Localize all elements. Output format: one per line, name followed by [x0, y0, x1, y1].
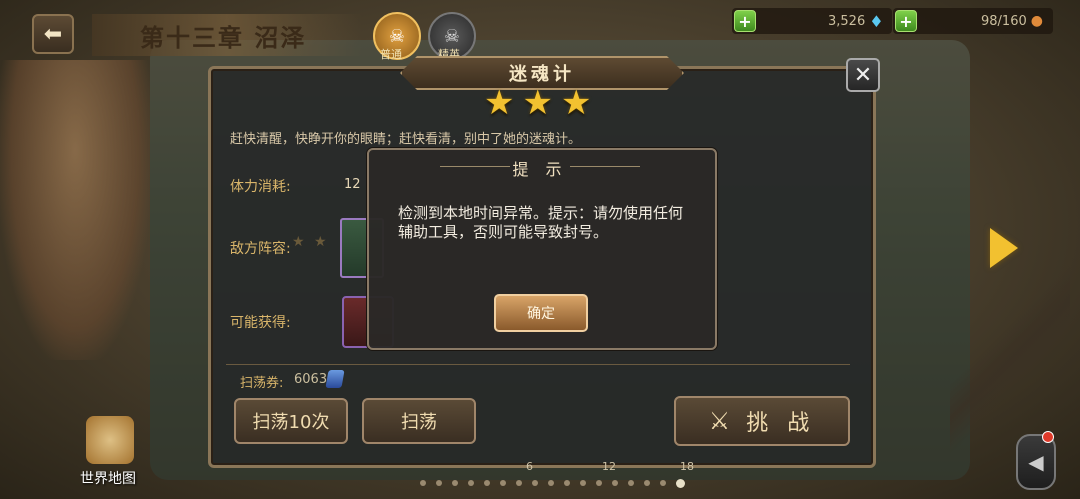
- page-dot: [580, 480, 586, 486]
- world-map-icon[interactable]: [86, 416, 134, 464]
- stage-stars: ★ ★ ★: [484, 86, 591, 120]
- chevron-left-icon: ◀: [1028, 450, 1044, 474]
- sweep-ticket-count: 6063: [294, 372, 328, 387]
- page-dot: [628, 480, 634, 486]
- dialog-message: 检测到本地时间异常。提示：请勿使用任何辅助工具，否则可能导致封号。: [398, 204, 684, 241]
- ticket-icon: [325, 370, 345, 388]
- challenge-button[interactable]: ⚔ 挑 战: [674, 396, 850, 446]
- stage-number: 12: [602, 460, 616, 473]
- diamond-icon: ♦: [869, 11, 884, 31]
- page-dot: [484, 480, 490, 486]
- page-dot: [468, 480, 474, 486]
- challenge-label: 挑 战: [746, 411, 816, 436]
- star-icon: ★: [314, 234, 327, 250]
- page-dot: [500, 480, 506, 486]
- back-button[interactable]: ⬅: [32, 14, 74, 54]
- stamina-bar: + 98/160 ●: [893, 8, 1053, 34]
- skull-icon: ☠: [388, 25, 406, 47]
- confirm-button[interactable]: 确定: [494, 294, 588, 332]
- sweep-10-button[interactable]: 扫荡10次: [234, 398, 348, 444]
- chapter-title: 第十三章 沼泽: [140, 23, 307, 52]
- meat-icon: ●: [1030, 13, 1043, 29]
- rewards-label: 可能获得:: [230, 315, 291, 331]
- stage-number: 18: [680, 460, 694, 473]
- page-dot: [452, 480, 458, 486]
- sweep-button[interactable]: 扫荡: [362, 398, 476, 444]
- stage-description: 赶快清醒，快睁开你的眼睛；赶快看清，别中了她的迷魂计。: [230, 132, 582, 147]
- notification-dot: [1042, 431, 1054, 443]
- dialog-title: 提 示: [512, 160, 568, 179]
- back-arrow-icon: ⬅: [43, 21, 63, 47]
- add-diamond-button[interactable]: +: [734, 10, 756, 32]
- star-icon: ★: [560, 83, 592, 123]
- skull-icon: ☠: [443, 25, 461, 47]
- star-icon: ★: [292, 234, 305, 250]
- crossed-swords-icon: ⚔: [708, 407, 737, 435]
- page-indicator: [420, 479, 685, 488]
- world-map-label[interactable]: 世界地图: [80, 468, 136, 488]
- page-dot: [548, 480, 554, 486]
- page-dot: [516, 480, 522, 486]
- stamina-count: 98/160: [981, 13, 1027, 29]
- sweep-ticket-label: 扫荡券:: [240, 376, 284, 391]
- divider: [226, 364, 850, 365]
- star-icon: ★: [522, 83, 553, 123]
- page-dot: [644, 480, 650, 486]
- page-dot: [436, 480, 442, 486]
- page-dot: [564, 480, 570, 486]
- enemy-lineup-label: 敌方阵容:: [230, 241, 291, 257]
- stage-number: 6: [526, 460, 533, 473]
- scroll-decoration: [0, 60, 150, 360]
- tab-normal-label: 普通: [380, 48, 402, 61]
- page-dot: [676, 479, 685, 488]
- page-dot: [532, 480, 538, 486]
- diamond-bar: + 3,526 ♦: [732, 8, 892, 34]
- next-chapter-arrow-icon[interactable]: [990, 228, 1018, 268]
- stamina-cost-label: 体力消耗:: [230, 179, 291, 195]
- star-icon: ★: [484, 83, 515, 123]
- diamond-count: 3,526: [828, 13, 866, 29]
- page-dot: [612, 480, 618, 486]
- page-dot: [596, 480, 602, 486]
- page-dot: [420, 480, 426, 486]
- close-button[interactable]: ✕: [846, 58, 880, 92]
- stamina-cost-value: 12: [344, 177, 361, 192]
- add-stamina-button[interactable]: +: [895, 10, 917, 32]
- page-dot: [660, 480, 666, 486]
- close-icon: ✕: [853, 62, 873, 88]
